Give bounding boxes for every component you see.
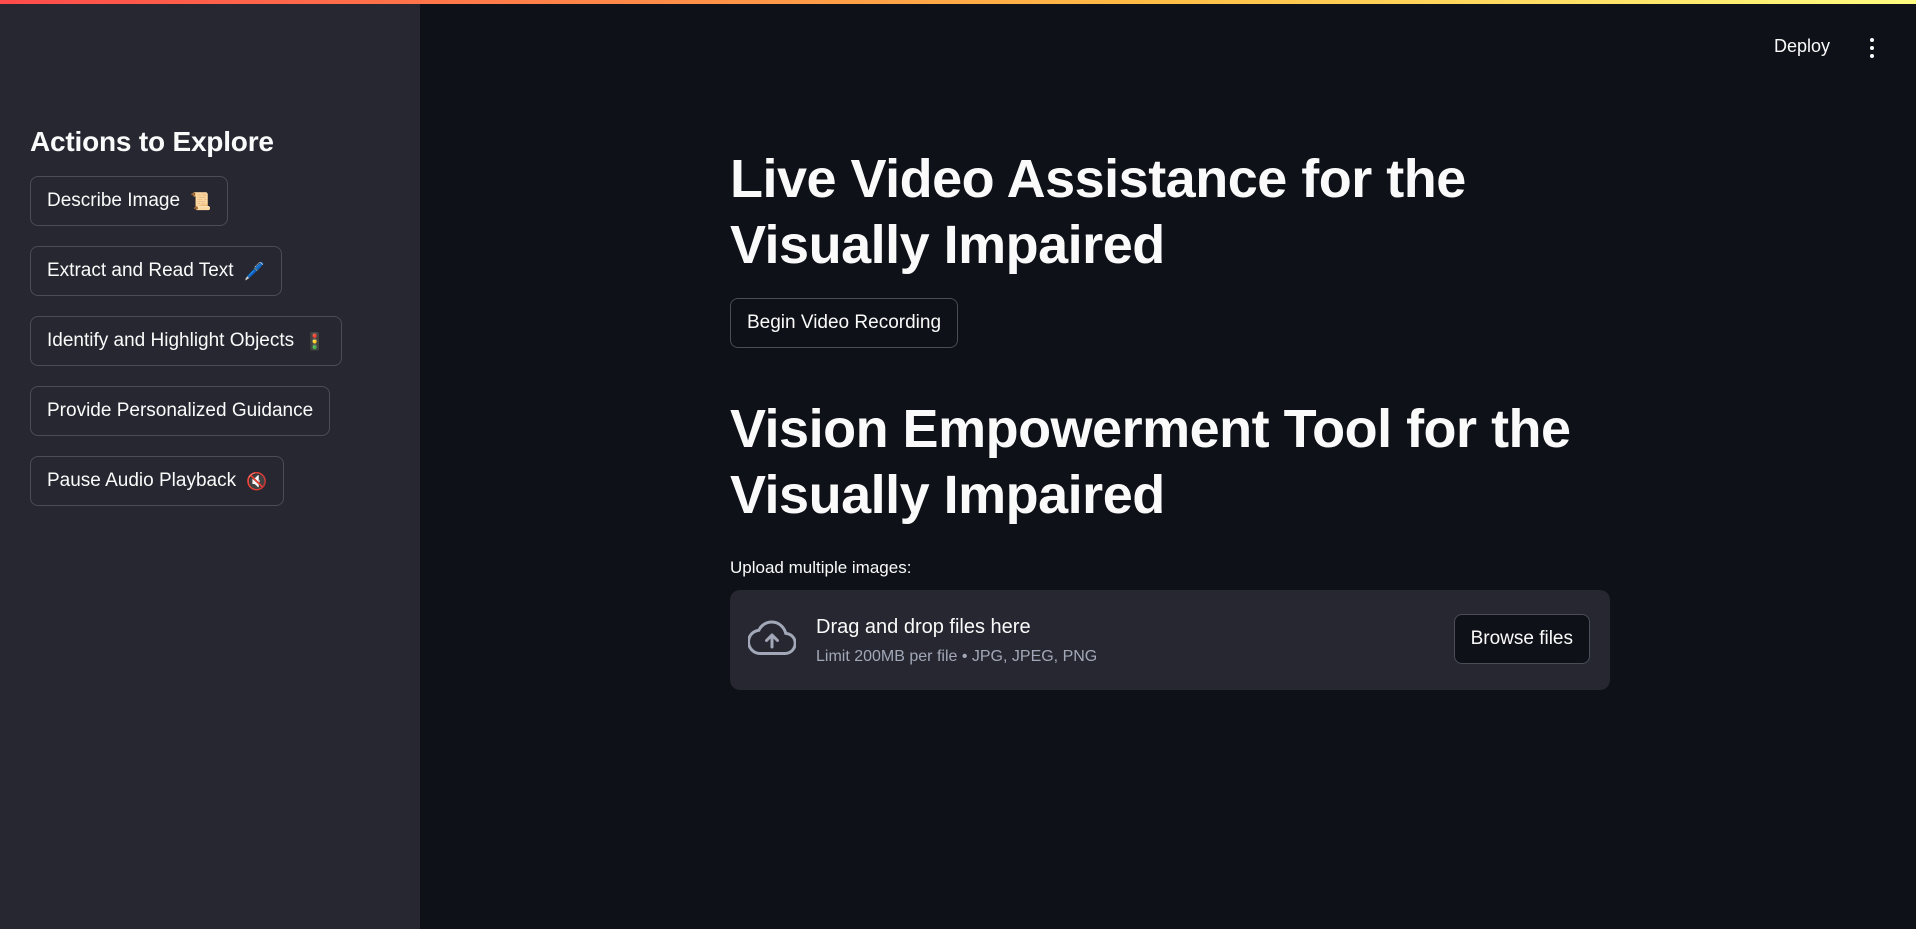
traffic-light-icon: 🚦 (304, 331, 326, 351)
personalized-guidance-button[interactable]: Provide Personalized Guidance (30, 386, 331, 436)
top-decoration-stripe (0, 0, 1916, 4)
file-dropzone[interactable]: Drag and drop files here Limit 200MB per… (730, 590, 1610, 690)
deploy-button[interactable]: Deploy (1766, 32, 1838, 61)
sidebar-title: Actions to Explore (30, 126, 274, 157)
cloud-upload-icon (748, 620, 796, 655)
kebab-menu-icon[interactable] (1862, 34, 1882, 62)
sidebar: Actions to Explore Describe Image 📜 Extr… (0, 0, 420, 929)
pen-icon: 🖊️ (243, 261, 265, 281)
extract-read-text-label: Extract and Read Text (47, 260, 234, 281)
dropzone-title: Drag and drop files here (816, 616, 1031, 638)
begin-video-recording-button[interactable]: Begin Video Recording (730, 298, 959, 348)
app-header: Deploy (420, 0, 1916, 94)
pause-audio-label: Pause Audio Playback (47, 470, 237, 491)
describe-image-button[interactable]: Describe Image 📜 (30, 176, 229, 226)
describe-image-label: Describe Image (47, 190, 181, 211)
main-content: Live Video Assistance for the Visually I… (730, 146, 1610, 690)
extract-read-text-button[interactable]: Extract and Read Text 🖊️ (30, 246, 282, 296)
vision-tool-title: Vision Empowerment Tool for the Visually… (730, 399, 1571, 525)
identify-highlight-objects-label: Identify and Highlight Objects (47, 330, 295, 351)
browse-files-button[interactable]: Browse files (1453, 614, 1590, 664)
pause-audio-button[interactable]: Pause Audio Playback 🔇 (30, 456, 285, 506)
mute-icon: 🔇 (246, 471, 268, 491)
video-assistance-title: Live Video Assistance for the Visually I… (730, 149, 1466, 275)
scroll-icon: 📜 (190, 191, 212, 211)
upload-label: Upload multiple images: (730, 558, 912, 577)
personalized-guidance-label: Provide Personalized Guidance (47, 400, 314, 421)
identify-highlight-objects-button[interactable]: Identify and Highlight Objects 🚦 (30, 316, 343, 366)
dropzone-limits: Limit 200MB per file • JPG, JPEG, PNG (816, 648, 1098, 665)
